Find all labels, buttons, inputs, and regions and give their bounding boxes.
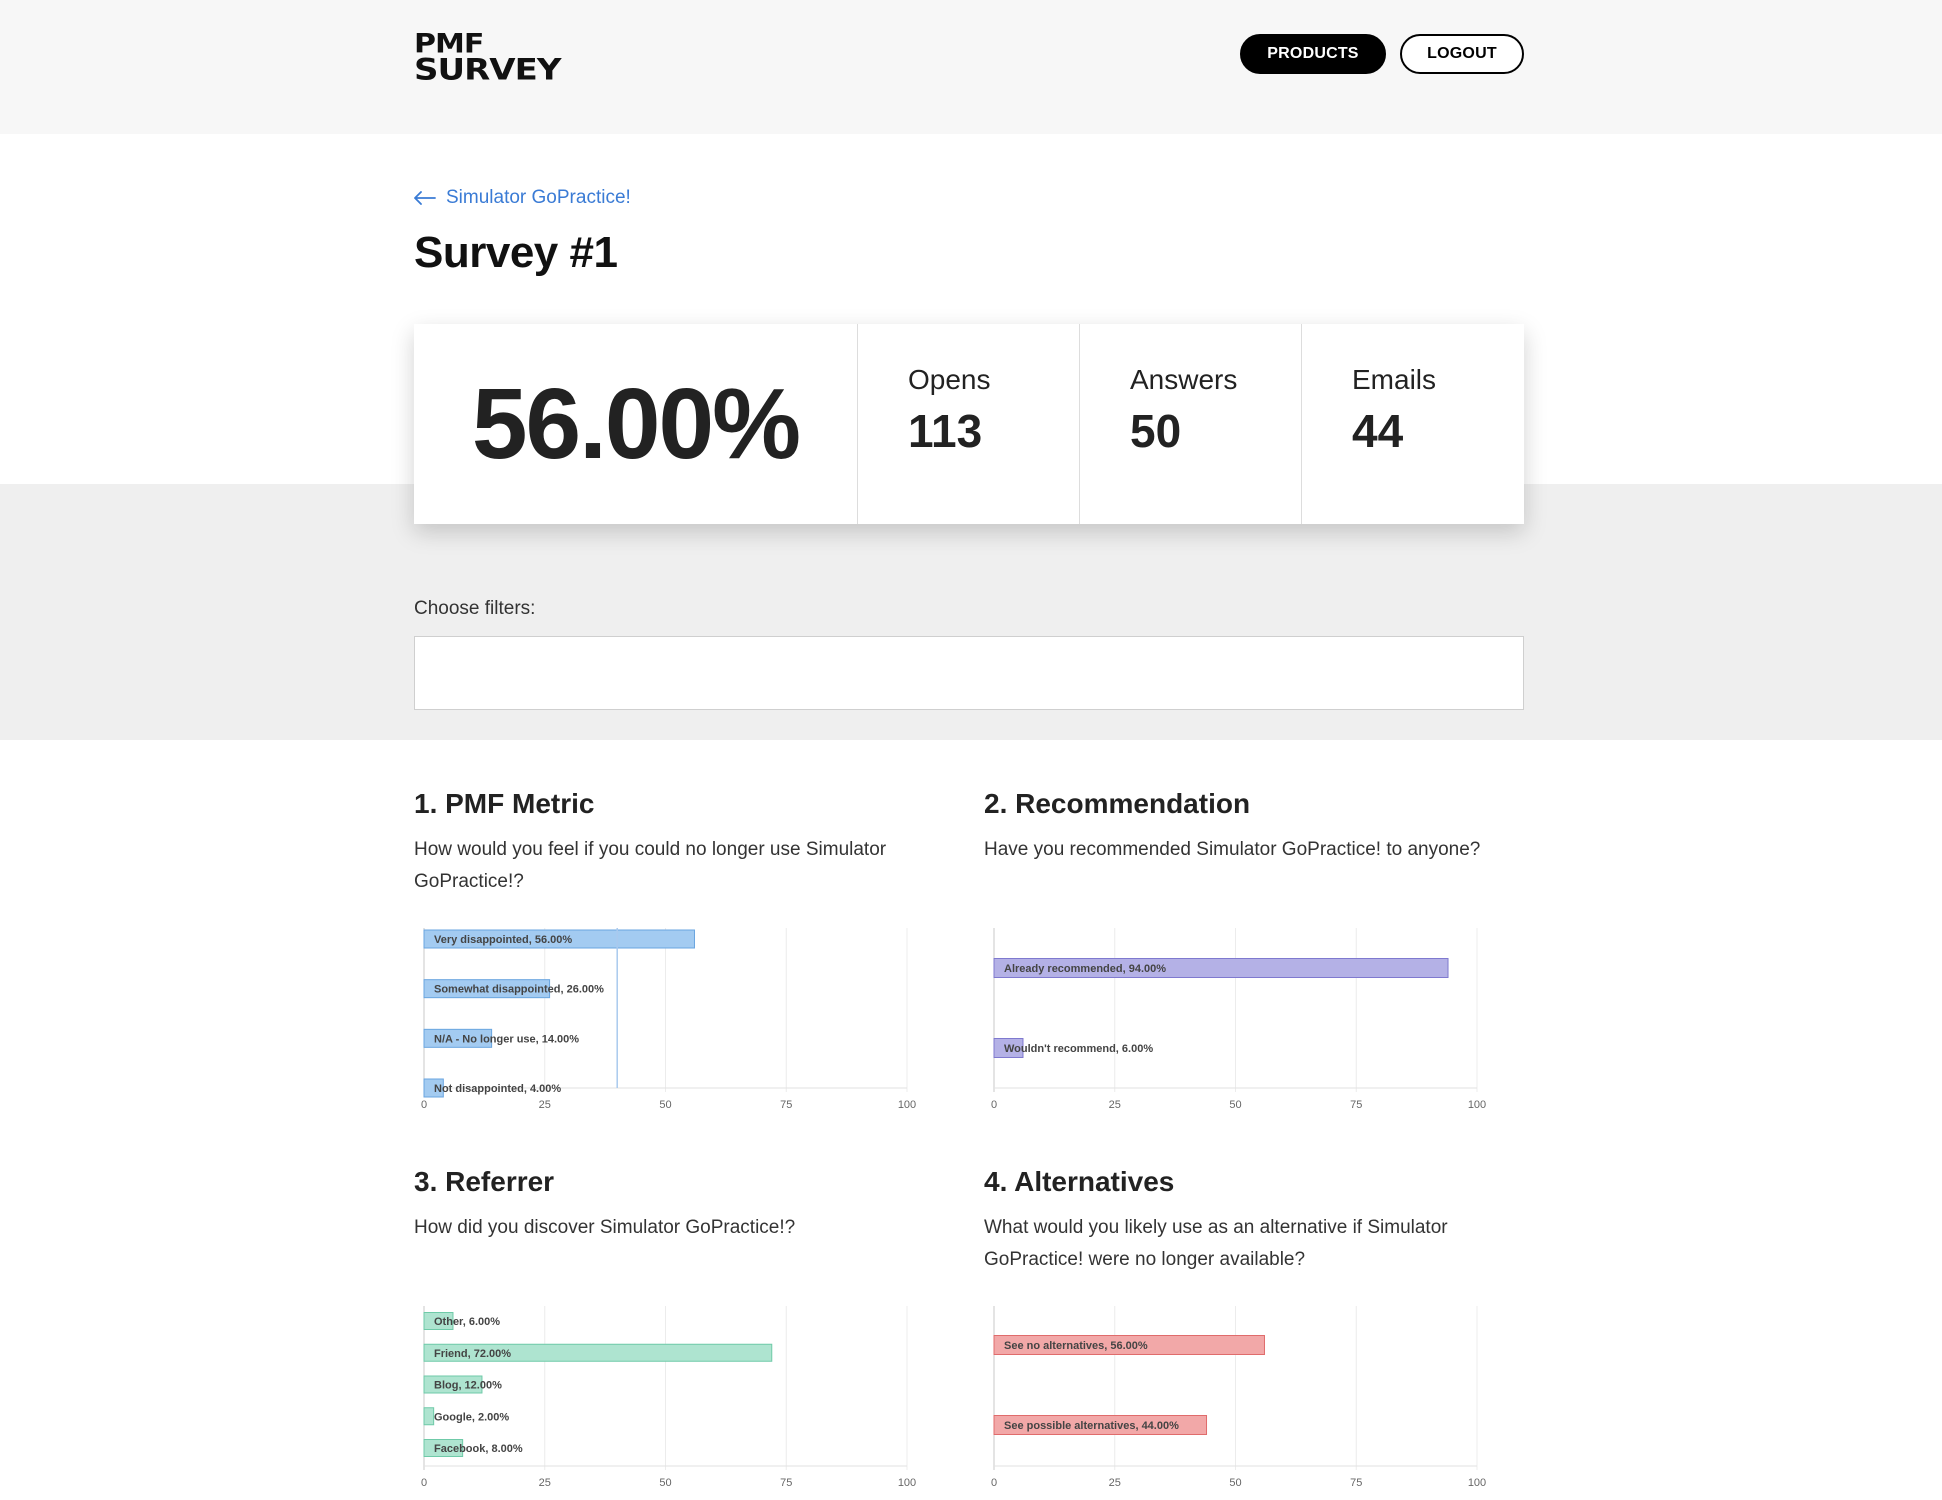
section-alternatives: 4. Alternatives What would you likely us… (984, 1166, 1524, 1276)
bar-chart: 0 25 50 75 100 See no alternatives, 56.00% See… (991, 1306, 1486, 1489)
bar (423, 1407, 435, 1426)
page-title: Survey #1 (414, 228, 618, 277)
bar-label: Friend, 72.00% (434, 1348, 511, 1360)
section-question: Have you recommended Simulator GoPractic… (984, 839, 1481, 860)
x-tick-label: 50 (1229, 1099, 1241, 1111)
filters-input[interactable] (414, 636, 1524, 710)
bar-chart: 0 25 50 75 100 Very disappointed, 56.00% Somew… (421, 928, 916, 1111)
section-pmf-metric: 1. PMF Metric How would you feel if you … (414, 788, 954, 898)
x-tick-label: 0 (991, 1099, 997, 1111)
x-tick-label: 25 (1109, 1477, 1121, 1489)
x-tick-label: 0 (991, 1477, 997, 1489)
stat-answers-label: Answers (1130, 364, 1238, 395)
stat-answers-value: 50 (1130, 405, 1182, 457)
back-link[interactable]: Simulator GoPractice! (414, 187, 631, 209)
x-tick-label: 25 (539, 1477, 551, 1489)
section-question: How did you discover Simulator GoPractic… (414, 1217, 796, 1238)
logo-line-2: SURVEY (414, 53, 561, 88)
x-tick-label: 0 (421, 1099, 427, 1111)
bar-label: See no alternatives, 56.00% (1004, 1340, 1148, 1352)
stat-emails-label: Emails (1352, 364, 1437, 395)
stats-card: 56.00% Opens 113 Answers 50 Emails 44 (414, 324, 1524, 524)
logo[interactable]: PMF SURVEY (414, 31, 561, 88)
x-tick-label: 100 (898, 1099, 916, 1111)
bar-label: Other, 6.00% (434, 1316, 500, 1328)
logout-button[interactable]: LOGOUT (1400, 34, 1524, 74)
x-tick-label: 25 (539, 1099, 551, 1111)
pmf-score: 56.00% (414, 324, 858, 524)
arrow-left-icon (414, 191, 436, 205)
stat-opens-label: Opens (908, 364, 991, 395)
section-recommendation: 2. Recommendation Have you recommended S… (984, 788, 1524, 866)
bar-label: Wouldn't recommend, 6.00% (1004, 1043, 1153, 1055)
x-tick-label: 50 (1229, 1477, 1241, 1489)
products-button[interactable]: PRODUCTS (1240, 34, 1386, 74)
x-tick-label: 100 (1468, 1477, 1486, 1489)
bar-label: Blog, 12.00% (434, 1380, 502, 1392)
chart-recommendation: 0 25 50 75 100 Already recommended, 94.00% Wou… (984, 920, 1504, 1121)
x-tick-label: 100 (1468, 1099, 1486, 1111)
section-referrer: 3. Referrer How did you discover Simulat… (414, 1166, 954, 1244)
bar-label: Facebook, 8.00% (434, 1443, 523, 1455)
top-bar: PMF SURVEY PRODUCTS LOGOUT (0, 0, 1942, 134)
bar-chart: 0 25 50 75 100 Other, 6.00% Friend, 72.00% Blog… (421, 1306, 916, 1489)
section-title: 2. Recommendation (984, 788, 1251, 819)
x-tick-label: 75 (1350, 1477, 1362, 1489)
chart-pmf-metric: 0 25 50 75 100 Very disappointed, 56.00% Somew… (414, 920, 934, 1121)
x-tick-label: 50 (659, 1099, 671, 1111)
bar-chart: 0 25 50 75 100 Already recommended, 94.00% Wou… (991, 928, 1486, 1111)
section-title: 4. Alternatives (984, 1166, 1175, 1197)
bar-label: Somewhat disappointed, 26.00% (434, 984, 604, 996)
chart-referrer: 0 25 50 75 100 Other, 6.00% Friend, 72.00% Blog… (414, 1298, 934, 1499)
section-question: What would you likely use as an alternat… (984, 1217, 1448, 1270)
stat-answers: Answers 50 (1080, 324, 1302, 524)
stat-emails-value: 44 (1352, 405, 1404, 457)
bar-label: Already recommended, 94.00% (1004, 963, 1166, 975)
back-link-label: Simulator GoPractice! (446, 187, 631, 208)
x-tick-label: 25 (1109, 1099, 1121, 1111)
bar-label: N/A - No longer use, 14.00% (434, 1033, 579, 1045)
stat-opens-value: 113 (908, 405, 983, 457)
section-question: How would you feel if you could no longe… (414, 839, 887, 892)
x-tick-label: 75 (780, 1099, 792, 1111)
filters-label: Choose filters: (414, 598, 536, 619)
stat-emails: Emails 44 (1302, 324, 1524, 524)
x-tick-label: 75 (1350, 1099, 1362, 1111)
section-title: 1. PMF Metric (414, 788, 595, 819)
bar-label: See possible alternatives, 44.00% (1004, 1420, 1179, 1432)
bar-label: Google, 2.00% (434, 1411, 509, 1423)
bar-label: Not disappointed, 4.00% (434, 1083, 561, 1095)
stat-opens: Opens 113 (858, 324, 1080, 524)
x-tick-label: 0 (421, 1477, 427, 1489)
x-tick-label: 50 (659, 1477, 671, 1489)
bar-label: Very disappointed, 56.00% (434, 934, 572, 946)
section-title: 3. Referrer (414, 1166, 555, 1197)
chart-alternatives: 0 25 50 75 100 See no alternatives, 56.00% See… (984, 1298, 1504, 1499)
x-tick-label: 100 (898, 1477, 916, 1489)
x-tick-label: 75 (780, 1477, 792, 1489)
